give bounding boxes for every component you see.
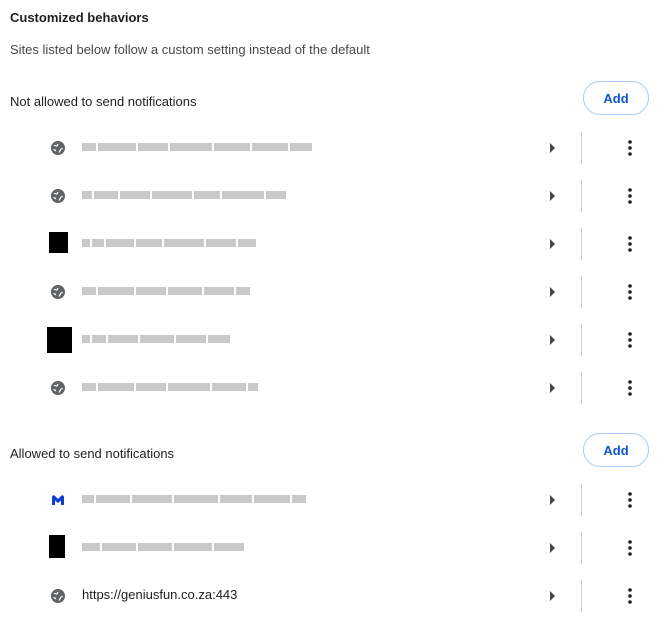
more-actions-icon[interactable] xyxy=(618,376,642,400)
redacted-site-name xyxy=(82,333,230,345)
malwarebytes-icon xyxy=(50,492,66,508)
globe-icon xyxy=(50,588,66,604)
blocked-section-label: Not allowed to send notifications xyxy=(10,94,197,109)
redacted-site-name xyxy=(82,493,306,505)
allowed-site-row[interactable] xyxy=(40,524,660,572)
arrow-right-icon[interactable] xyxy=(544,138,560,158)
blocked-site-row[interactable] xyxy=(40,220,660,268)
arrow-right-icon[interactable] xyxy=(544,330,560,350)
redacted-site-name xyxy=(82,381,258,393)
row-divider xyxy=(581,532,582,564)
more-actions-icon[interactable] xyxy=(618,536,642,560)
allowed-site-row[interactable]: https://geniusfun.co.za:443 xyxy=(40,572,660,620)
more-actions-icon[interactable] xyxy=(618,184,642,208)
redacted-site-name xyxy=(82,189,286,201)
row-divider xyxy=(581,580,582,612)
redacted-site-name xyxy=(82,237,256,249)
row-divider xyxy=(581,276,582,308)
allowed-site-row[interactable] xyxy=(40,476,660,524)
redacted-site-name xyxy=(82,541,244,553)
redacted-site-name xyxy=(82,285,250,297)
more-actions-icon[interactable] xyxy=(618,584,642,608)
page-description: Sites listed below follow a custom setti… xyxy=(10,42,370,57)
redacted-site-name xyxy=(82,141,312,153)
globe-icon xyxy=(50,188,66,204)
site-favicon-icon xyxy=(49,535,65,558)
blocked-site-row[interactable] xyxy=(40,364,660,412)
blocked-site-row[interactable] xyxy=(40,268,660,316)
globe-icon xyxy=(50,284,66,300)
more-actions-icon[interactable] xyxy=(618,488,642,512)
arrow-right-icon[interactable] xyxy=(544,234,560,254)
arrow-right-icon[interactable] xyxy=(544,282,560,302)
row-divider xyxy=(581,228,582,260)
arrow-right-icon[interactable] xyxy=(544,378,560,398)
arrow-right-icon[interactable] xyxy=(544,490,560,510)
add-allowed-site-button[interactable]: Add xyxy=(583,433,649,467)
more-actions-icon[interactable] xyxy=(618,280,642,304)
row-divider xyxy=(581,132,582,164)
add-blocked-site-button[interactable]: Add xyxy=(583,81,649,115)
arrow-right-icon[interactable] xyxy=(544,586,560,606)
page-heading: Customized behaviors xyxy=(10,10,149,25)
more-actions-icon[interactable] xyxy=(618,136,642,160)
globe-icon xyxy=(50,140,66,156)
site-favicon-icon xyxy=(47,327,72,353)
row-divider xyxy=(581,180,582,212)
blocked-site-row[interactable] xyxy=(40,316,660,364)
site-name: https://geniusfun.co.za:443 xyxy=(82,587,238,602)
arrow-right-icon[interactable] xyxy=(544,538,560,558)
allowed-section-label: Allowed to send notifications xyxy=(10,446,175,461)
site-favicon-icon xyxy=(49,232,68,253)
arrow-right-icon[interactable] xyxy=(544,186,560,206)
more-actions-icon[interactable] xyxy=(618,328,642,352)
row-divider xyxy=(581,372,582,404)
more-actions-icon[interactable] xyxy=(618,232,642,256)
row-divider xyxy=(581,324,582,356)
row-divider xyxy=(581,484,582,516)
blocked-site-row[interactable] xyxy=(40,124,660,172)
globe-icon xyxy=(50,380,66,396)
blocked-site-row[interactable] xyxy=(40,172,660,220)
